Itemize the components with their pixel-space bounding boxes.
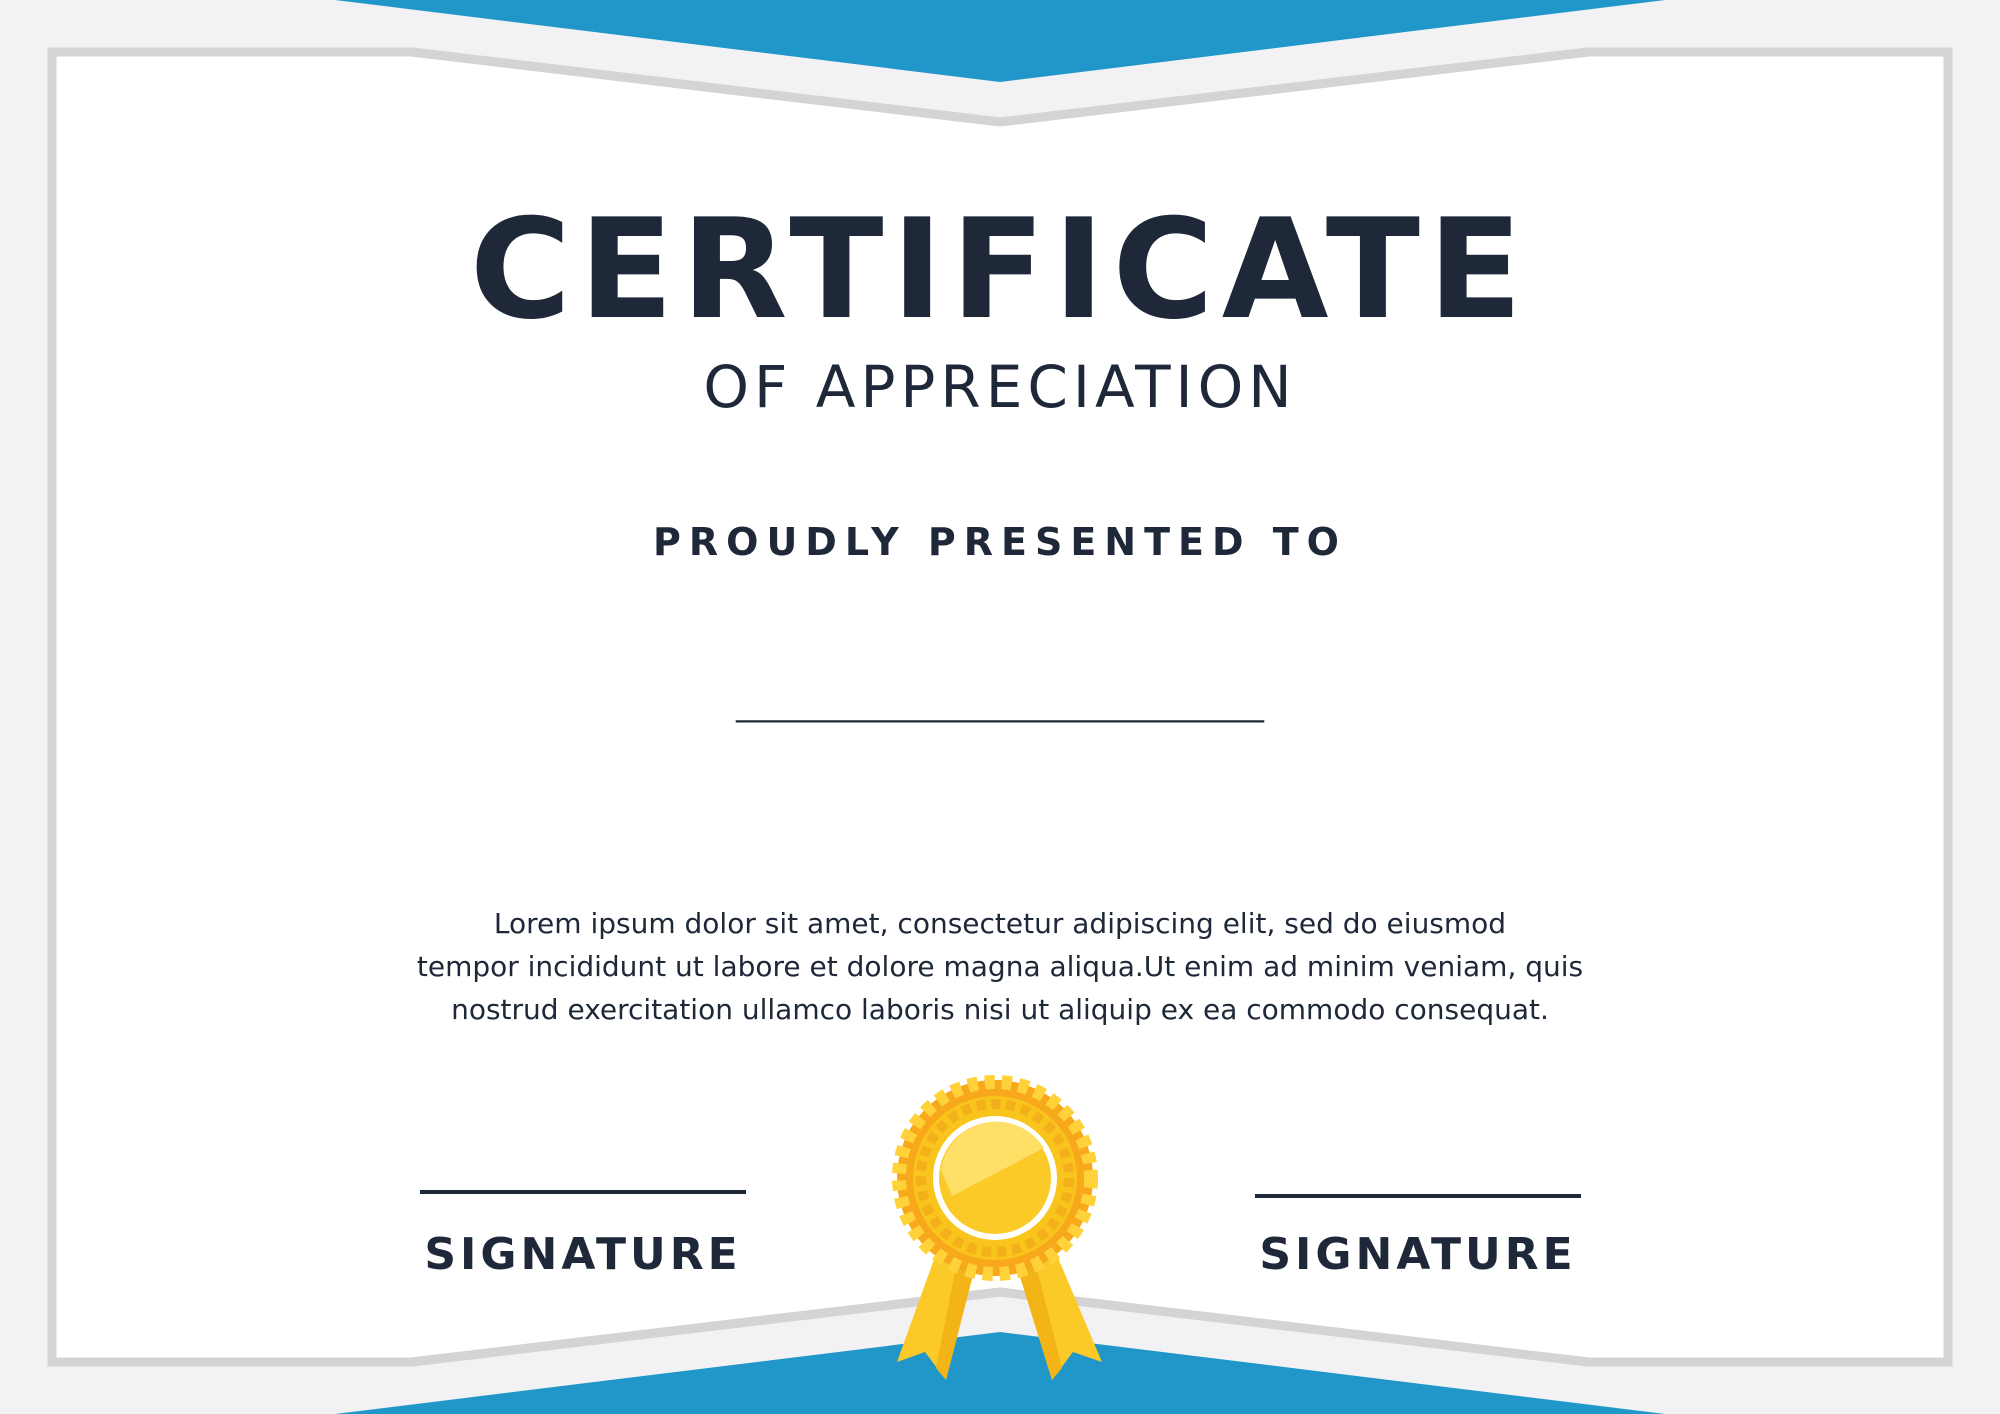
certificate-title: CERTIFICATE <box>469 189 1531 350</box>
presented-to-label: PROUDLY PRESENTED TO <box>653 520 1347 564</box>
left-signature-line <box>420 1190 746 1194</box>
recipient-name-line: _________________________________ <box>736 685 1264 723</box>
body-line: Lorem ipsum dolor sit amet, consectetur … <box>493 907 1507 940</box>
right-signature-label: SIGNATURE <box>1259 1229 1577 1280</box>
certificate-body-text: Lorem ipsum dolor sit amet, consectetur … <box>0 902 2000 1031</box>
certificate-subtitle: OF APPRECIATION <box>703 353 1297 421</box>
left-signature-label: SIGNATURE <box>424 1229 742 1280</box>
certificate: CERTIFICATE OF APPRECIATION PROUDLY PRES… <box>0 0 2000 1414</box>
body-line: tempor incididunt ut labore et dolore ma… <box>416 950 1584 983</box>
body-line: nostrud exercitation ullamco laboris nis… <box>451 993 1549 1026</box>
right-signature-line <box>1255 1194 1581 1198</box>
